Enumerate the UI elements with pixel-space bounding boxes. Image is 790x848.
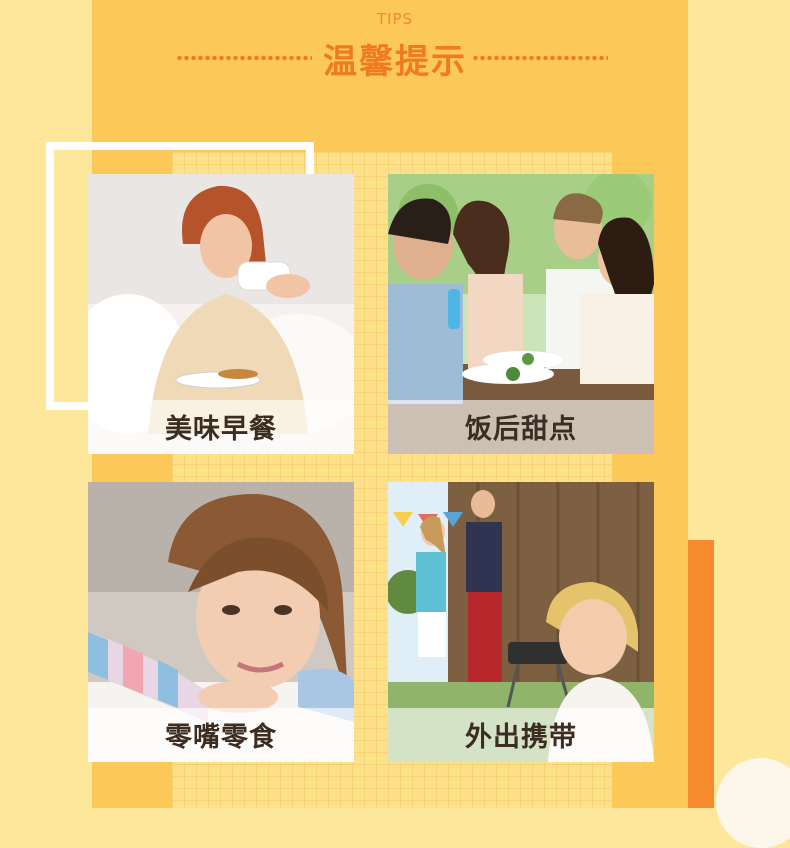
- card-snacks[interactable]: 零嘴零食: [88, 482, 354, 762]
- card-label: 美味早餐: [165, 414, 277, 445]
- title-dots-left: [176, 54, 312, 62]
- decorative-half-circle: [716, 758, 790, 848]
- decorative-orange-bar: [688, 540, 714, 808]
- tips-header: TIPS: [0, 10, 790, 28]
- page-title: 温馨提示: [323, 42, 467, 82]
- card-dessert[interactable]: 饭后甜点: [388, 174, 654, 454]
- card-breakfast[interactable]: 美味早餐: [88, 174, 354, 454]
- title-row: 温馨提示: [0, 34, 790, 82]
- tips-eyebrow: TIPS: [376, 10, 414, 28]
- card-outdoor[interactable]: 外出携带: [388, 482, 654, 762]
- title-dots-right: [472, 54, 608, 62]
- card-label: 外出携带: [465, 722, 577, 753]
- card-label: 零嘴零食: [165, 722, 277, 753]
- card-label: 饭后甜点: [465, 414, 577, 445]
